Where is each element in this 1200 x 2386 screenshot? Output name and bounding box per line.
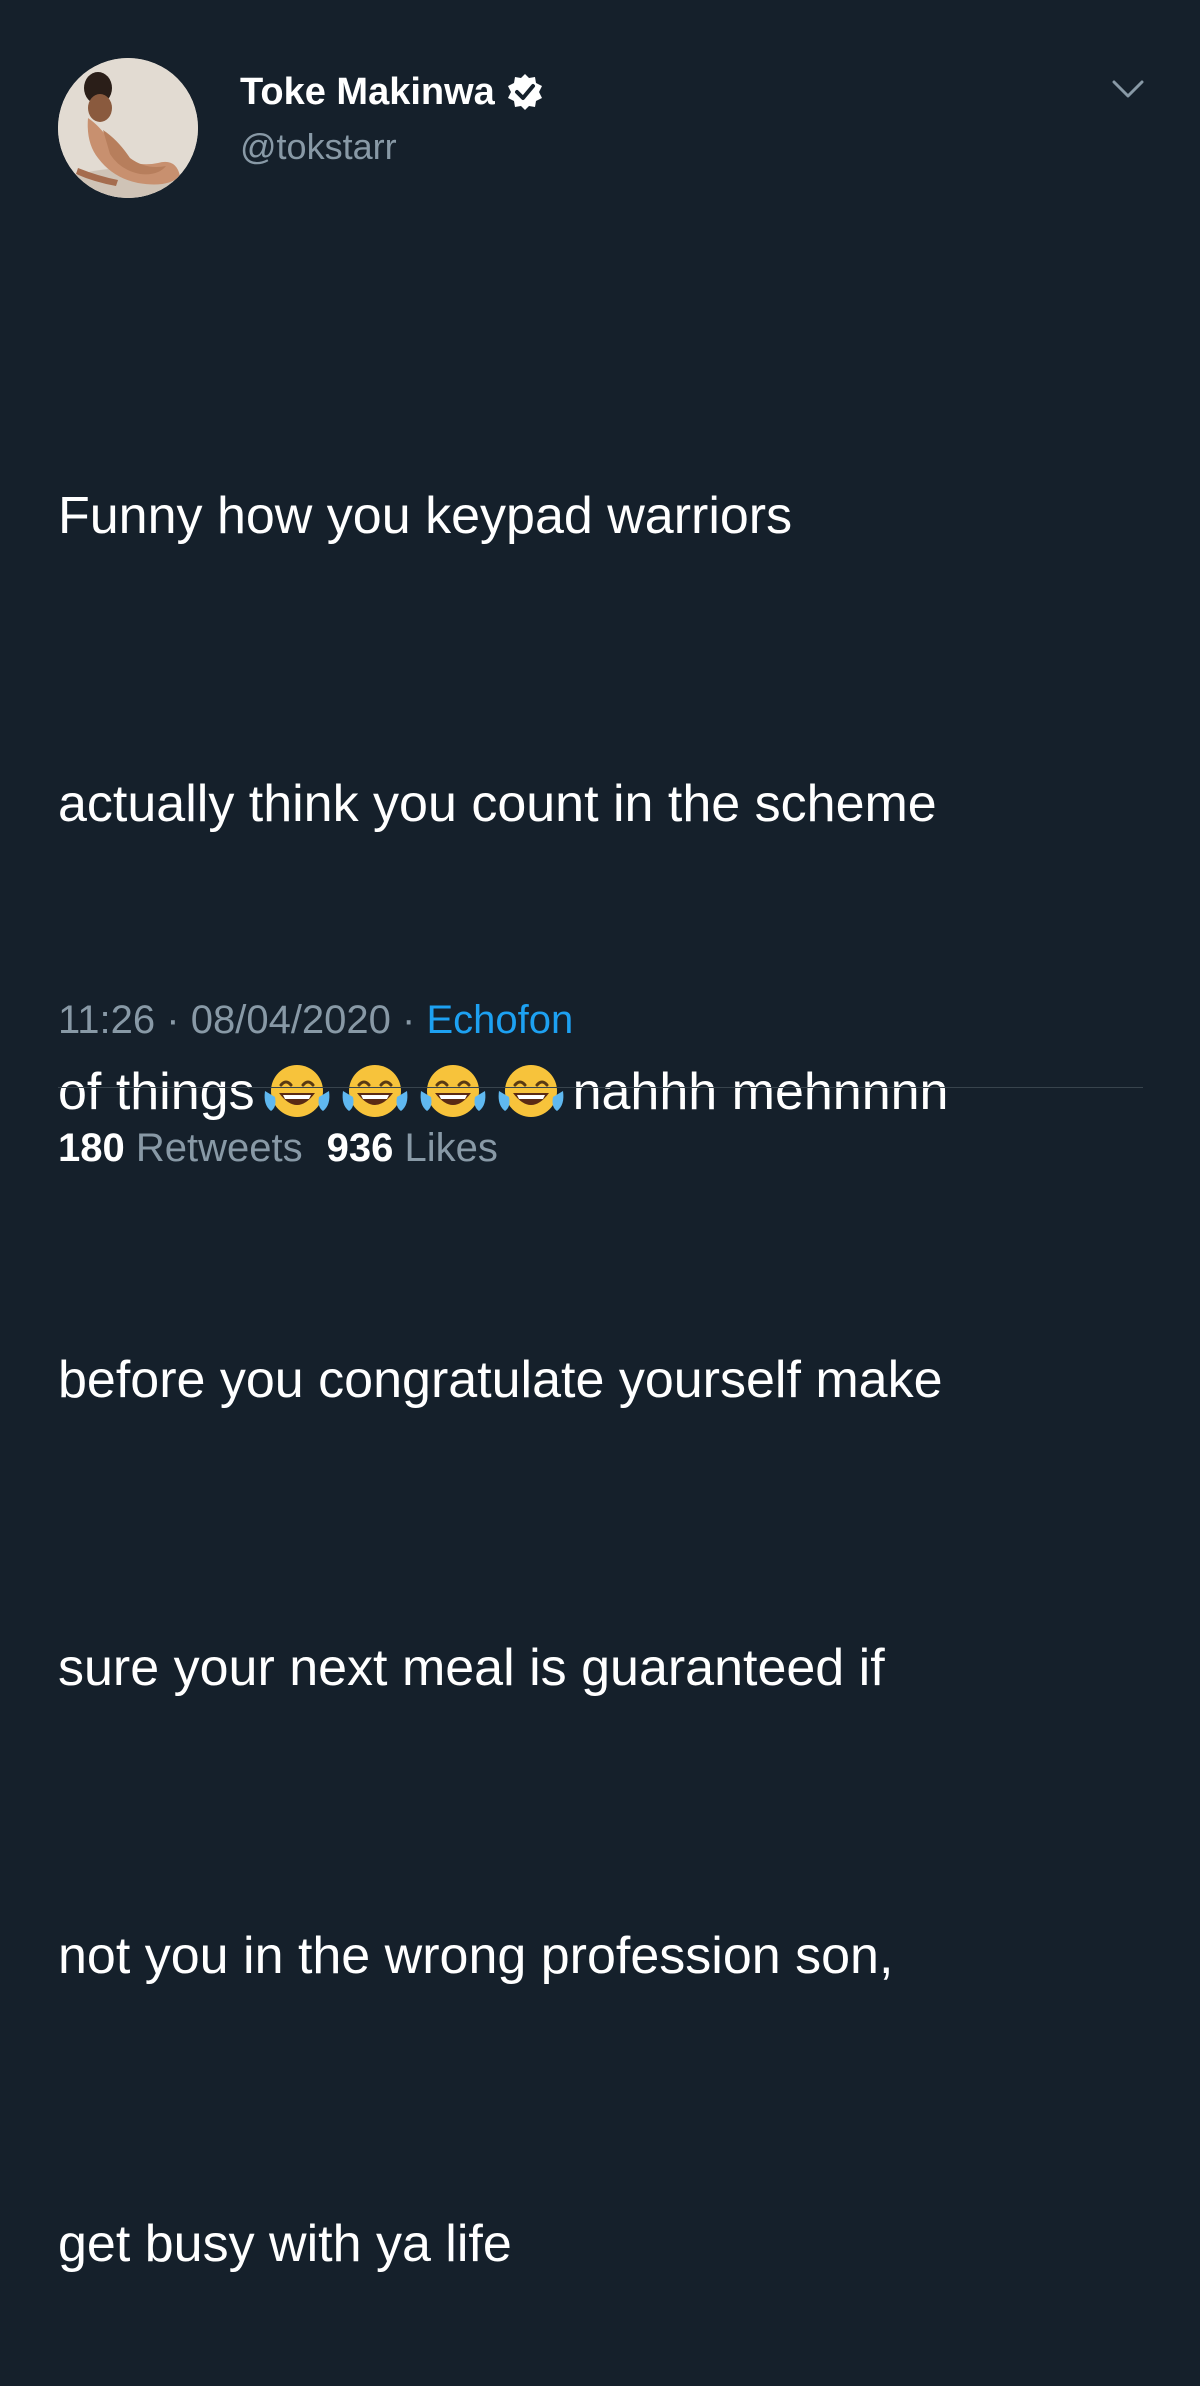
laughing-emoji-icon xyxy=(339,1058,411,1120)
tweet-line: of things xyxy=(58,1063,255,1121)
tweet-line: nahhh mehnnnn xyxy=(572,1063,949,1121)
tweet-source-link[interactable]: Echofon xyxy=(427,998,574,1042)
retweets-count: 180 xyxy=(58,1126,125,1170)
verified-badge-icon xyxy=(505,72,545,112)
likes-stat[interactable]: 936 Likes xyxy=(327,1126,498,1170)
laughing-emoji-icon xyxy=(261,1058,333,1120)
likes-label: Likes xyxy=(404,1126,498,1170)
chevron-down-icon[interactable] xyxy=(1108,74,1148,104)
tweet-date[interactable]: 08/04/2020 xyxy=(191,998,391,1042)
likes-count: 936 xyxy=(326,1126,394,1170)
tweet-stats: 180 Retweets 936 Likes xyxy=(58,1122,498,1174)
meta-separator: · xyxy=(402,998,416,1042)
tweet-line: Funny how you keypad warriors xyxy=(58,487,793,545)
emoji-group xyxy=(261,1058,567,1120)
tweet-meta: 11:26 · 08/04/2020 · Echofon xyxy=(58,994,573,1046)
avatar[interactable] xyxy=(58,58,198,198)
retweets-stat[interactable]: 180 Retweets xyxy=(58,1126,303,1170)
tweet-line: before you congratulate yourself make xyxy=(58,1351,943,1409)
author-handle[interactable]: @tokstarr xyxy=(240,126,397,168)
tweet-line: not you in the wrong profession son, xyxy=(58,1927,894,1985)
tweet-text: Funny how you keypad warriors actually t… xyxy=(58,276,1158,2386)
tweet-line: actually think you count in the scheme xyxy=(58,775,937,833)
author-name-row[interactable]: Toke Makinwa xyxy=(240,70,545,114)
laughing-emoji-icon xyxy=(417,1058,489,1120)
tweet-line: get busy with ya life xyxy=(58,2215,512,2273)
tweet-line: sure your next meal is guaranteed if xyxy=(58,1639,885,1697)
divider xyxy=(58,1087,1143,1088)
author-display-name[interactable]: Toke Makinwa xyxy=(240,70,495,114)
tweet-time[interactable]: 11:26 xyxy=(58,998,155,1042)
laughing-emoji-icon xyxy=(495,1058,567,1120)
retweets-label: Retweets xyxy=(135,1126,303,1170)
meta-separator: · xyxy=(166,998,180,1042)
